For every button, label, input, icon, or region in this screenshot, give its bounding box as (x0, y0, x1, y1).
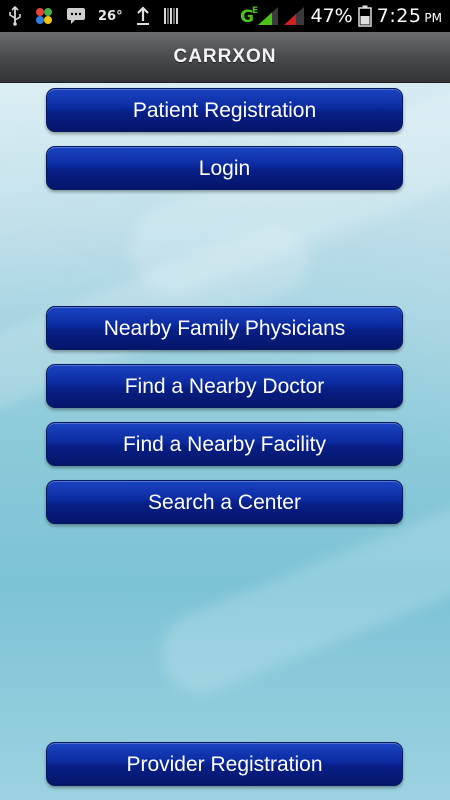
clock-time: 7:25 (376, 5, 422, 27)
app-header: CARRXON (0, 32, 450, 83)
signal-icon: G E (240, 3, 306, 29)
clock-ampm: PM (424, 11, 442, 25)
nearby-family-physicians-button[interactable]: Nearby Family Physicians (46, 306, 403, 350)
find-nearby-doctor-button[interactable]: Find a Nearby Doctor (46, 364, 403, 408)
usb-icon (8, 6, 22, 26)
network-subtype-label: E (252, 6, 258, 16)
temperature-text: 26° (98, 8, 123, 24)
upload-icon (135, 6, 151, 26)
find-nearby-facility-button[interactable]: Find a Nearby Facility (46, 422, 403, 466)
provider-registration-button[interactable]: Provider Registration (46, 742, 403, 786)
clock: 7:25 PM (377, 5, 442, 27)
app-title: CARRXON (173, 46, 277, 67)
system-icons: G E 47% 7:25 PM (240, 0, 443, 32)
notification-icons: 26° (8, 0, 179, 32)
status-bar: 26° G E 47% 7:25 PM (0, 0, 450, 32)
barcode-icon (163, 7, 179, 25)
battery-percent: 47% (310, 5, 353, 27)
app-icon (34, 6, 54, 26)
search-center-button[interactable]: Search a Center (46, 480, 403, 524)
login-button[interactable]: Login (46, 146, 403, 190)
patient-registration-button[interactable]: Patient Registration (46, 88, 403, 132)
battery-icon (357, 5, 372, 27)
main-content: Patient Registration Login Nearby Family… (0, 83, 450, 800)
chat-icon (66, 7, 86, 25)
